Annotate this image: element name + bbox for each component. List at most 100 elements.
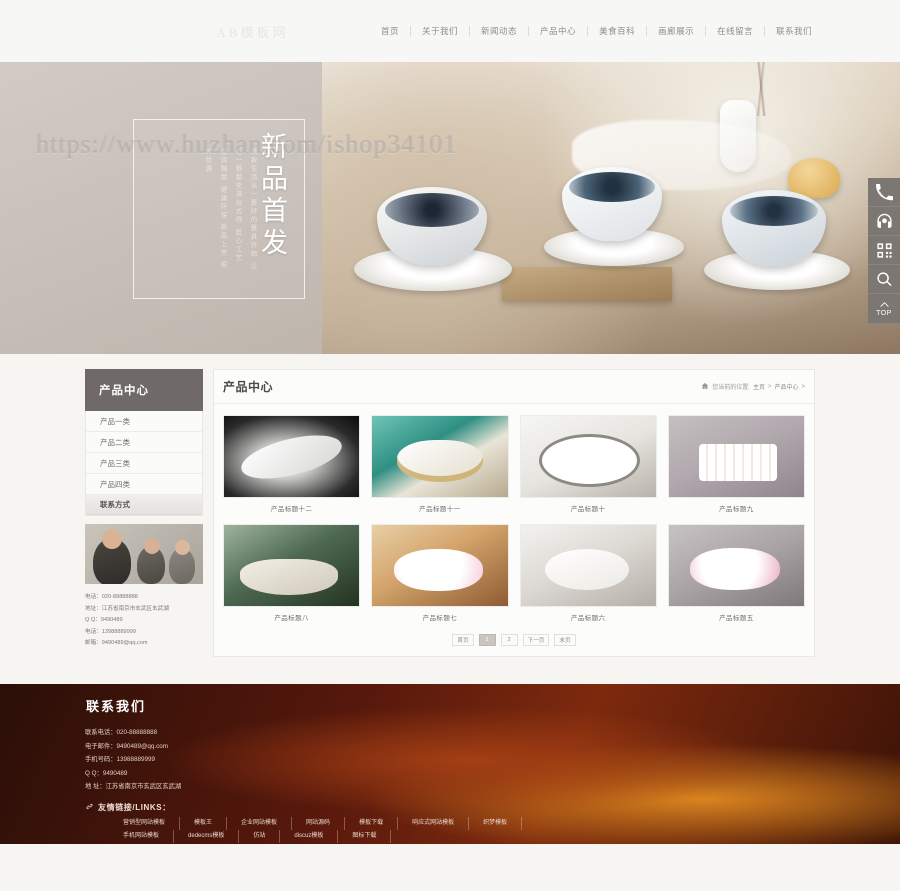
main-navigation: 首页 关于我们 新闻动态 产品中心 美食百科 画廊展示 在线留言 联系我们 bbox=[370, 25, 823, 37]
sidebar-contact-details: 电话：020-88888888 地址：江苏省南京市玄武区玄武湖 Q Q：9490… bbox=[85, 592, 203, 650]
footer-contact-phone: 联系电话：020-88888888 bbox=[85, 729, 158, 736]
pagination-page-1[interactable]: 1 bbox=[478, 634, 496, 646]
phone-icon[interactable] bbox=[868, 178, 900, 207]
product-grid: 产品标题十二 产品标题十一 产品标题十 产品标题九 产品标题八 产品标题七 产品… bbox=[214, 404, 814, 628]
left-sidebar: 产品中心 产品一类 产品二类 产品三类 产品四类 联系方式 电话：020-888… bbox=[85, 369, 203, 657]
sidebar-title: 产品中心 bbox=[85, 369, 203, 411]
product-thumbnail bbox=[371, 415, 509, 498]
friendly-links-section: 友情链接/LINKS： 营销型网站模板 模板王 企业网站模板 网站源码 模板下载… bbox=[85, 802, 815, 843]
sidebar-contact-phone: 电话：020-88888888 bbox=[85, 594, 138, 600]
sidebar-category-list: 产品一类 产品二类 产品三类 产品四类 联系方式 bbox=[85, 411, 203, 516]
pagination-last[interactable]: 末页 bbox=[554, 634, 576, 646]
friendly-link[interactable]: 模板王 bbox=[180, 816, 228, 830]
sidebar-contact-header[interactable]: 联系方式 bbox=[86, 495, 202, 515]
breadcrumb-item-home[interactable]: 主页 bbox=[753, 382, 765, 391]
friendly-links-header: 友情链接/LINKS： bbox=[85, 802, 815, 813]
product-thumbnail bbox=[371, 524, 509, 607]
friendly-link[interactable]: 仿站 bbox=[239, 829, 281, 843]
friendly-link[interactable]: 手机网站模板 bbox=[109, 829, 175, 843]
nav-item-7[interactable]: 联系我们 bbox=[765, 25, 823, 37]
friendly-link[interactable]: 图标下载 bbox=[338, 829, 392, 843]
product-title: 产品标题七 bbox=[422, 615, 458, 622]
footer-title: 联系我们 bbox=[86, 699, 147, 714]
sidebar-item-product-3[interactable]: 产品三类 bbox=[86, 453, 202, 474]
pagination-page-2[interactable]: 2 bbox=[500, 634, 518, 646]
nav-item-0[interactable]: 首页 bbox=[370, 25, 410, 37]
page-root: AB模板网 首页 关于我们 新闻动态 产品中心 美食百科 画廊展示 在线留言 联… bbox=[0, 0, 900, 891]
sidebar-item-product-2[interactable]: 产品二类 bbox=[86, 432, 202, 453]
nav-item-5[interactable]: 画廊展示 bbox=[647, 25, 705, 37]
floating-side-toolbar: TOP bbox=[868, 178, 900, 324]
content-container: 产品中心 产品一类 产品二类 产品三类 产品四类 联系方式 电话：020-888… bbox=[85, 369, 815, 657]
headset-icon[interactable] bbox=[868, 207, 900, 236]
banner-subtitle: 精致生活从一套好的餐具开始 让每一餐都充满仪式感 匠心工艺 温润釉面 健康环保 … bbox=[204, 148, 256, 271]
friendly-link[interactable]: dedecms模板 bbox=[174, 829, 240, 843]
content-header: 产品中心 您当前的位置: 主页 > 产品中心 > bbox=[214, 370, 814, 404]
breadcrumb-separator: > bbox=[767, 383, 772, 390]
nav-item-4[interactable]: 美食百科 bbox=[588, 25, 646, 37]
sidebar-item-product-4[interactable]: 产品四类 bbox=[86, 474, 202, 495]
friendly-link[interactable]: 响应式网站模板 bbox=[398, 816, 470, 830]
friendly-link[interactable]: 网站源码 bbox=[292, 816, 346, 830]
friendly-link[interactable]: 企业网站模板 bbox=[227, 816, 293, 830]
sidebar-team-photo bbox=[85, 524, 203, 584]
friendly-links-list: 营销型网站模板 模板王 企业网站模板 网站源码 模板下载 响应式网站模板 织梦模… bbox=[85, 816, 585, 843]
friendly-link[interactable]: 模板下载 bbox=[345, 816, 399, 830]
sidebar-contact-mobile: 电话：13988889999 bbox=[85, 628, 137, 635]
footer-content: 联系我们 联系电话：020-88888888 电子邮件：9490489@qq.c… bbox=[85, 684, 815, 844]
product-card[interactable]: 产品标题十一 bbox=[371, 415, 509, 513]
footer-contact-mobile: 手机号码：13988889999 bbox=[85, 756, 156, 764]
product-thumbnail bbox=[519, 415, 657, 498]
nav-item-6[interactable]: 在线留言 bbox=[706, 25, 764, 37]
home-icon bbox=[701, 382, 709, 392]
product-card[interactable]: 产品标题九 bbox=[667, 415, 805, 513]
pagination-first[interactable]: 首页 bbox=[452, 634, 474, 646]
back-to-top-label: TOP bbox=[876, 310, 892, 317]
page-title: 产品中心 bbox=[223, 380, 274, 394]
product-card[interactable]: 产品标题五 bbox=[667, 524, 805, 622]
friendly-links-label: 友情链接/LINKS： bbox=[98, 802, 171, 812]
product-card[interactable]: 产品标题六 bbox=[519, 524, 657, 622]
site-header: AB模板网 首页 关于我们 新闻动态 产品中心 美食百科 画廊展示 在线留言 联… bbox=[0, 0, 900, 62]
wood-board-decor bbox=[502, 267, 672, 301]
person-figure bbox=[169, 540, 195, 584]
breadcrumb-separator: > bbox=[801, 383, 805, 390]
footer-contact-address: 地 址：江苏省南京市玄武区玄武湖 bbox=[85, 783, 182, 791]
friendly-link[interactable]: 织梦模板 bbox=[469, 816, 523, 830]
site-logo[interactable]: AB模板网 bbox=[145, 0, 360, 62]
product-title: 产品标题十一 bbox=[419, 506, 461, 513]
sidebar-contact-email: 邮箱：9490489@qq.com bbox=[85, 640, 148, 647]
search-icon[interactable] bbox=[868, 265, 900, 294]
pagination-next[interactable]: 下一页 bbox=[522, 634, 550, 646]
pagination: 首页 1 2 下一页 末页 bbox=[214, 628, 814, 656]
product-thumbnail bbox=[667, 524, 805, 607]
site-footer: 联系我们 联系电话：020-88888888 电子邮件：9490489@qq.c… bbox=[0, 684, 900, 844]
footer-contact-email: 电子邮件：9490489@qq.com bbox=[85, 742, 169, 750]
product-thumbnail bbox=[519, 524, 657, 607]
link-chain-icon bbox=[85, 802, 94, 813]
hero-banner: 新品首发 精致生活从一套好的餐具开始 让每一餐都充满仪式感 匠心工艺 温润釉面 … bbox=[0, 62, 900, 354]
friendly-link[interactable]: discuz模板 bbox=[280, 829, 339, 843]
product-title: 产品标题五 bbox=[719, 615, 754, 622]
sidebar-contact-address: 地址：江苏省南京市玄武区玄武湖 bbox=[85, 605, 169, 612]
qrcode-icon[interactable] bbox=[868, 236, 900, 265]
nav-item-2[interactable]: 新闻动态 bbox=[470, 25, 528, 37]
banner-left-panel: 新品首发 精致生活从一套好的餐具开始 让每一餐都充满仪式感 匠心工艺 温润釉面 … bbox=[0, 62, 322, 354]
sidebar-item-product-1[interactable]: 产品一类 bbox=[86, 411, 202, 432]
product-card[interactable]: 产品标题八 bbox=[223, 524, 361, 622]
footer-contact-details: 联系电话：020-88888888 电子邮件：9490489@qq.com 手机… bbox=[85, 726, 815, 794]
banner-photo bbox=[322, 62, 900, 354]
product-card[interactable]: 产品标题七 bbox=[371, 524, 509, 622]
sidebar-contact-qq: Q Q：9490489 bbox=[85, 617, 123, 624]
nav-item-1[interactable]: 关于我们 bbox=[411, 25, 469, 37]
product-card[interactable]: 产品标题十二 bbox=[223, 415, 361, 513]
nav-item-3[interactable]: 产品中心 bbox=[529, 25, 587, 37]
breadcrumb-item-current[interactable]: 产品中心 bbox=[774, 382, 798, 391]
friendly-link[interactable]: 营销型网站模板 bbox=[109, 816, 181, 830]
product-card[interactable]: 产品标题十 bbox=[519, 415, 657, 513]
product-thumbnail bbox=[223, 415, 361, 498]
breadcrumb-prefix: 您当前的位置: bbox=[712, 385, 750, 391]
back-to-top-icon[interactable]: TOP bbox=[868, 294, 900, 324]
breadcrumb: 您当前的位置: 主页 > 产品中心 > bbox=[701, 382, 805, 392]
bottom-spacer bbox=[0, 844, 900, 855]
